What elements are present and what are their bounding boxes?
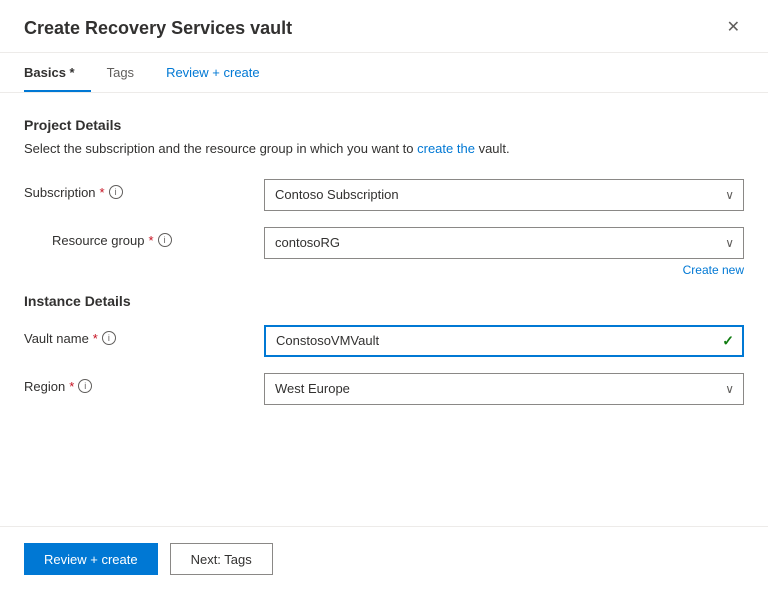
resource-group-group: Resource group * i contosoRG ∨ Create ne… xyxy=(24,227,744,277)
subscription-group: Subscription * i Contoso Subscription ∨ xyxy=(24,179,744,211)
subscription-label: Subscription * i xyxy=(24,185,264,200)
review-create-button[interactable]: Review + create xyxy=(24,543,158,575)
next-tags-button[interactable]: Next: Tags xyxy=(170,543,273,575)
vault-name-input-wrapper: ✓ xyxy=(264,325,744,357)
subscription-select-wrapper: Contoso Subscription ∨ xyxy=(264,179,744,211)
close-button[interactable]: ✕ xyxy=(723,16,744,40)
resource-group-required: * xyxy=(149,233,154,248)
vault-name-valid-icon: ✓ xyxy=(722,332,734,349)
dialog-body: Project Details Select the subscription … xyxy=(0,93,768,526)
vault-name-required: * xyxy=(93,331,98,346)
vault-name-input[interactable] xyxy=(264,325,744,357)
instance-details-title: Instance Details xyxy=(24,293,744,309)
subscription-info-icon[interactable]: i xyxy=(109,185,123,199)
vault-name-control: ✓ xyxy=(264,325,744,357)
resource-group-label: Resource group * i xyxy=(52,233,172,248)
tab-review-create[interactable]: Review + create xyxy=(150,53,276,92)
region-select[interactable]: West Europe xyxy=(264,373,744,405)
project-details-section: Project Details Select the subscription … xyxy=(24,117,744,277)
tab-basics[interactable]: Basics * xyxy=(24,53,91,92)
vault-name-group: Vault name * i ✓ xyxy=(24,325,744,357)
project-details-title: Project Details xyxy=(24,117,744,133)
resource-group-label-col: Resource group * i xyxy=(24,227,264,248)
region-label-col: Region * i xyxy=(24,373,264,394)
instance-details-section: Instance Details xyxy=(24,293,744,309)
subscription-label-col: Subscription * i xyxy=(24,179,264,200)
subscription-select[interactable]: Contoso Subscription xyxy=(264,179,744,211)
region-group: Region * i West Europe ∨ xyxy=(24,373,744,405)
resource-group-info-icon[interactable]: i xyxy=(158,233,172,247)
resource-group-select[interactable]: contosoRG xyxy=(264,227,744,259)
region-required: * xyxy=(69,379,74,394)
vault-name-label: Vault name * i xyxy=(24,331,264,346)
dialog-footer: Review + create Next: Tags xyxy=(0,526,768,591)
resource-group-indent: Resource group * i xyxy=(24,233,264,248)
subscription-control: Contoso Subscription ∨ xyxy=(264,179,744,211)
subscription-required: * xyxy=(100,185,105,200)
create-new-resource-group-link[interactable]: Create new xyxy=(264,263,744,277)
create-vault-dialog: Create Recovery Services vault ✕ Basics … xyxy=(0,0,768,591)
dialog-title: Create Recovery Services vault xyxy=(24,18,292,39)
region-info-icon[interactable]: i xyxy=(78,379,92,393)
resource-group-select-wrapper: contosoRG ∨ xyxy=(264,227,744,259)
project-details-desc: Select the subscription and the resource… xyxy=(24,139,744,159)
tab-bar: Basics * Tags Review + create xyxy=(0,53,768,93)
dialog-header: Create Recovery Services vault ✕ xyxy=(0,0,768,53)
region-control: West Europe ∨ xyxy=(264,373,744,405)
region-label: Region * i xyxy=(24,379,264,394)
resource-group-control: contosoRG ∨ Create new xyxy=(264,227,744,277)
tab-tags[interactable]: Tags xyxy=(91,53,150,92)
vault-name-label-col: Vault name * i xyxy=(24,325,264,346)
region-select-wrapper: West Europe ∨ xyxy=(264,373,744,405)
vault-name-info-icon[interactable]: i xyxy=(102,331,116,345)
